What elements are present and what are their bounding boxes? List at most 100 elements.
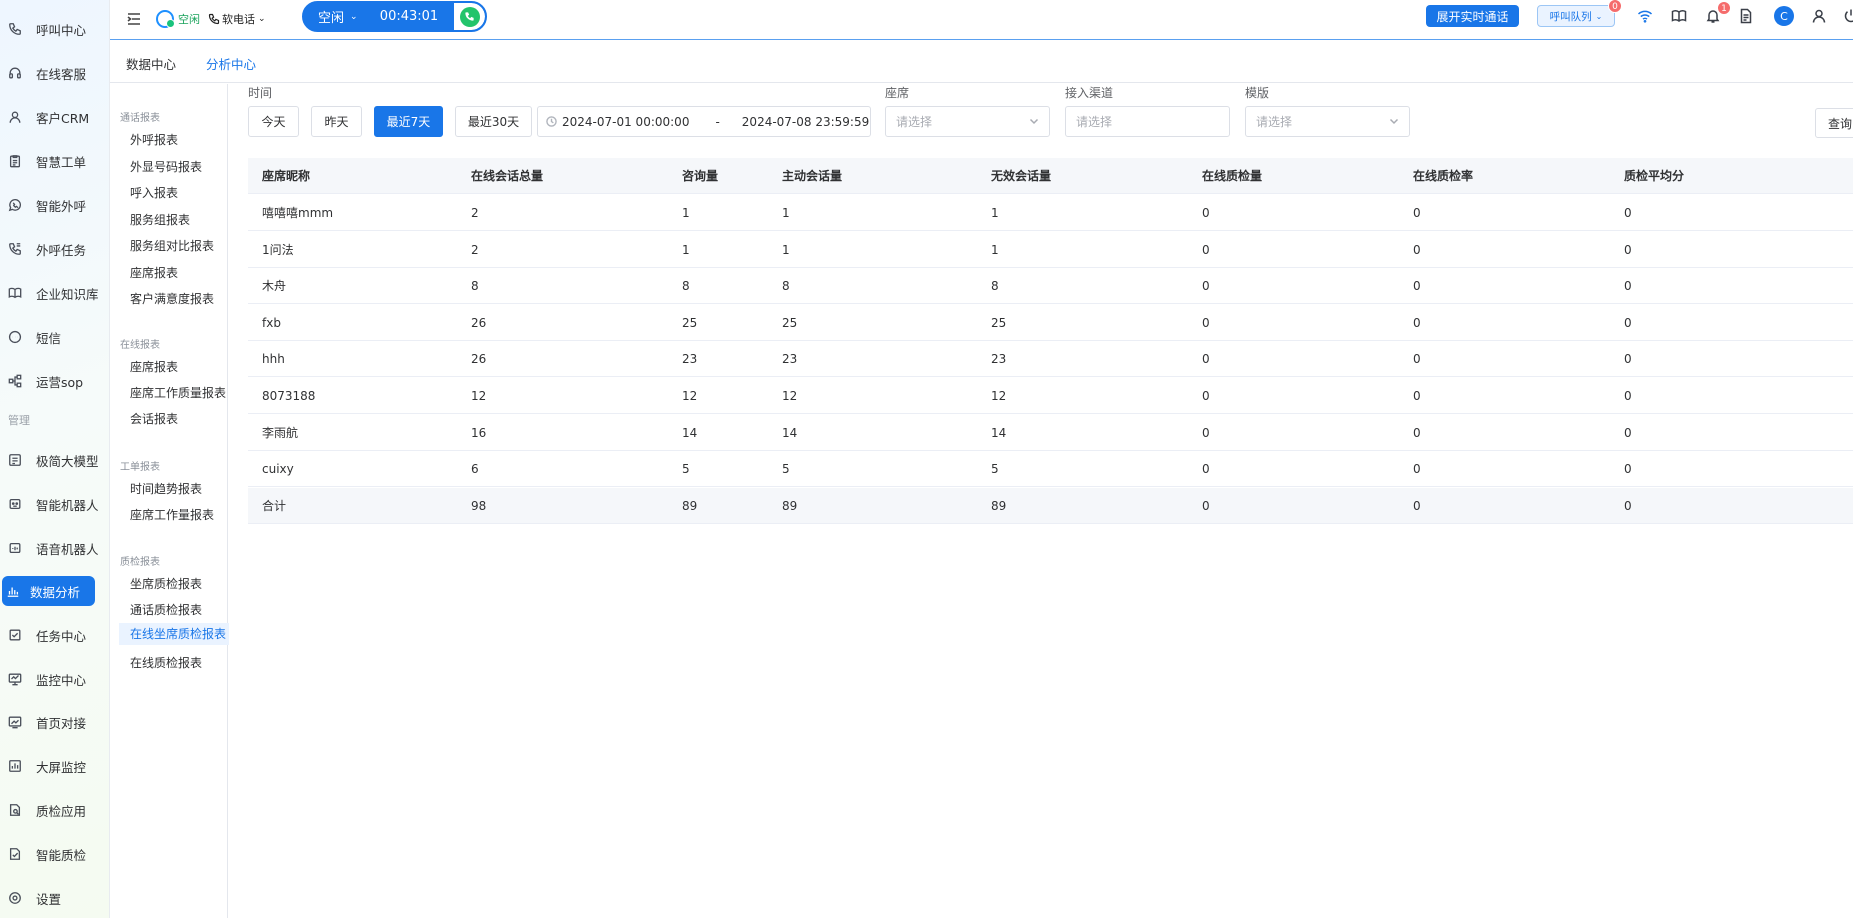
report-item-active[interactable]: 在线坐席质检报表 [119, 623, 229, 645]
report-item[interactable]: 通话质检报表 [130, 601, 202, 618]
table-cell: 25 [991, 315, 1007, 330]
table-cell: 0 [1413, 206, 1421, 220]
nav-item-main-3[interactable]: 智慧工单 [0, 146, 110, 176]
nav-item-manage-9[interactable]: 智能质检 [0, 839, 110, 869]
sub-tabs: 数据中心 分析中心 [110, 41, 1853, 83]
table-cell: 0 [1413, 279, 1421, 294]
user-icon [8, 110, 22, 124]
table-cell: 0 [1624, 425, 1632, 440]
expand-realtime-call-button[interactable]: 展开实时通话 [1426, 5, 1519, 27]
nav-item-manage-3[interactable]: 数据分析 [2, 576, 95, 606]
nav-item-label: 智能外呼 [36, 198, 87, 214]
report-item[interactable]: 外呼报表 [130, 131, 178, 148]
nav-item-main-2[interactable]: 客户CRM [0, 102, 110, 132]
agent-status[interactable]: 空闲 [156, 8, 200, 30]
phone-mode-select[interactable]: 软电话 ⌄ [208, 8, 266, 30]
table-cell: 2 [471, 242, 479, 257]
table-cell: 合计 [262, 498, 287, 513]
table-cell: 0 [1413, 462, 1421, 477]
nav-item-label: 数据分析 [30, 584, 81, 600]
nav-item-main-6[interactable]: 企业知识库 [0, 278, 110, 308]
quick-range-today[interactable]: 今天 [248, 106, 299, 137]
avatar[interactable]: C [1774, 6, 1794, 26]
robot-icon [8, 497, 22, 511]
call-status-pill[interactable]: 空闲 ⌄ 00:43:01 [302, 1, 487, 32]
top-bar: 空闲 软电话 ⌄ 空闲 ⌄ 00:43:01 展开实时通话 呼叫队列 ⌄ 0 1… [110, 0, 1853, 40]
agent-filter-label: 座席 [885, 86, 910, 100]
table-cell: 5 [682, 462, 690, 477]
table-row: 李雨航 16 14 14 14 0 0 0 [248, 414, 1853, 451]
time-filter-label: 时间 [248, 86, 273, 100]
menu-collapse-icon[interactable] [126, 10, 144, 28]
nav-item-main-7[interactable]: 短信 [0, 322, 110, 352]
template-select[interactable]: 请选择 [1245, 106, 1410, 137]
answer-call-button[interactable] [454, 3, 485, 30]
table-cell: 12 [782, 389, 798, 403]
nav-item-manage-7[interactable]: 大屏监控 [0, 751, 110, 781]
nav-item-manage-10[interactable]: 设置 [0, 883, 110, 913]
bar-chart-icon [6, 584, 20, 598]
nav-item-manage-1[interactable]: 智能机器人 [0, 489, 110, 519]
book-open-icon[interactable] [1670, 7, 1688, 25]
nav-item-label: 客户CRM [36, 110, 90, 126]
date-range-end[interactable]: 2024-07-08 23:59:59 [742, 115, 869, 129]
nav-item-label: 短信 [36, 330, 62, 346]
document-icon[interactable] [1737, 7, 1755, 25]
nav-item-manage-2[interactable]: 语音机器人 [0, 533, 110, 563]
tab-analysis-center[interactable]: 分析中心 [206, 54, 256, 73]
sms-icon [8, 330, 22, 344]
power-icon[interactable] [1842, 7, 1853, 25]
nav-item-main-5[interactable]: 外呼任务 [0, 234, 110, 264]
nav-item-label: 智能质检 [36, 847, 87, 863]
report-item[interactable]: 会话报表 [130, 410, 178, 427]
table-row: 1问法 2 1 1 1 0 0 0 [248, 231, 1853, 268]
report-item[interactable]: 座席工作质量报表 [130, 384, 226, 401]
date-range-start[interactable]: 2024-07-01 00:00:00 [562, 115, 689, 129]
channel-input[interactable]: 请选择 [1065, 106, 1230, 137]
quick-range-last-30-days[interactable]: 最近30天 [455, 106, 532, 137]
quick-range-last-7-days[interactable]: 最近7天 [374, 106, 443, 137]
chevron-down-icon [1029, 115, 1039, 125]
report-item[interactable]: 时间趋势报表 [130, 480, 202, 497]
wifi-icon[interactable] [1636, 7, 1654, 25]
table-row: 8073188 12 12 12 12 0 0 0 [248, 378, 1853, 414]
report-item[interactable]: 客户满意度报表 [130, 290, 214, 307]
report-item[interactable]: 外显号码报表 [130, 158, 202, 175]
date-range-picker[interactable]: 2024-07-01 00:00:00 - 2024-07-08 23:59:5… [537, 106, 871, 137]
report-item[interactable]: 呼入报表 [130, 184, 178, 201]
nav-item-label: 智慧工单 [36, 154, 87, 170]
table-cell: 0 [1413, 315, 1421, 330]
user-icon[interactable] [1810, 7, 1828, 25]
quick-range-yesterday[interactable]: 昨天 [311, 106, 362, 137]
report-item[interactable]: 服务组对比报表 [130, 237, 214, 254]
left-nav: 呼叫中心 在线客服 客户CRM 智慧工单 智能外呼 外呼任务 企业知识库 短信 运营sop 管理极… [0, 0, 110, 918]
report-item[interactable]: 座席报表 [130, 358, 178, 375]
nav-item-manage-4[interactable]: 任务中心 [0, 620, 110, 650]
nav-item-main-1[interactable]: 在线客服 [0, 58, 110, 88]
phone-mode-label: 软电话 [222, 13, 255, 26]
report-item[interactable]: 座席工作量报表 [130, 506, 214, 523]
report-group-title: 质检报表 [120, 557, 160, 568]
report-item[interactable]: 座席报表 [130, 264, 178, 281]
report-group-title: 通话报表 [120, 113, 160, 124]
report-item[interactable]: 在线质检报表 [130, 654, 202, 671]
nav-item-manage-6[interactable]: 首页对接 [0, 707, 110, 737]
nav-item-manage-5[interactable]: 监控中心 [0, 664, 110, 694]
call-queue-button[interactable]: 呼叫队列 ⌄ [1537, 5, 1615, 27]
report-item[interactable]: 服务组报表 [130, 211, 190, 228]
nav-item-manage-8[interactable]: 质检应用 [0, 795, 110, 825]
nav-item-main-0[interactable]: 呼叫中心 [0, 14, 110, 44]
outbound-call-icon [8, 242, 22, 256]
column-header: 座席昵称 [262, 169, 311, 183]
agent-select[interactable]: 请选择 [885, 106, 1050, 137]
nav-item-label: 首页对接 [36, 715, 87, 731]
tab-data-center[interactable]: 数据中心 [126, 54, 176, 73]
nav-item-main-8[interactable]: 运营sop [0, 366, 110, 396]
nav-item-main-4[interactable]: 智能外呼 [0, 190, 110, 220]
dashboard-icon [8, 715, 22, 729]
call-state-select[interactable]: 空闲 ⌄ [304, 7, 364, 26]
report-item[interactable]: 坐席质检报表 [130, 575, 202, 592]
query-button[interactable]: 查询 [1815, 108, 1853, 138]
table-cell: 14 [682, 425, 698, 440]
nav-item-manage-0[interactable]: 极简大模型 [0, 445, 110, 475]
